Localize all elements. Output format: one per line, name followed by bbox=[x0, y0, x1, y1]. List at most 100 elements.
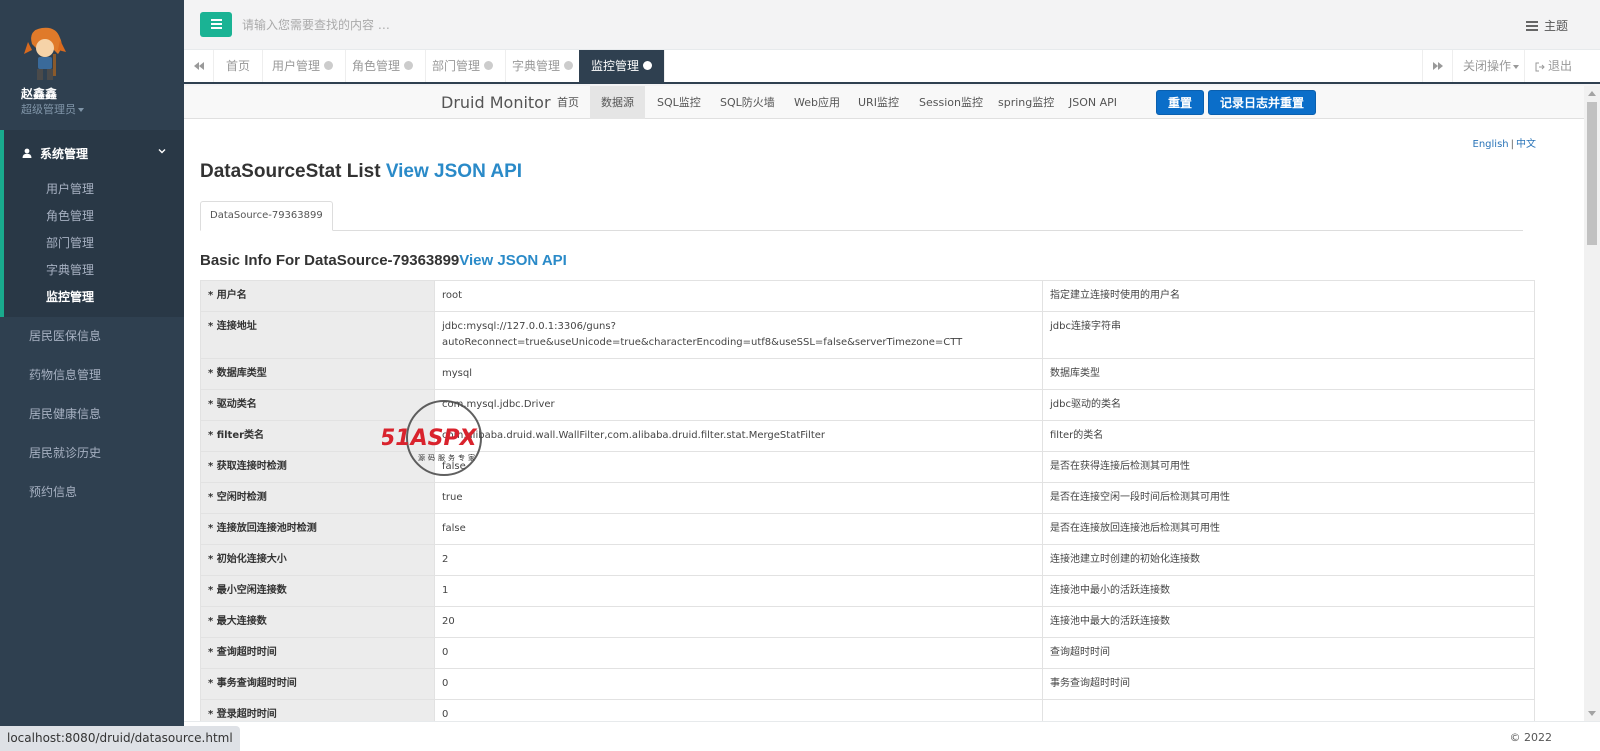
sidebar-item-users[interactable]: 用户管理 bbox=[4, 176, 184, 203]
tab-scroll-right-button[interactable] bbox=[1422, 50, 1452, 82]
row-value: 1 bbox=[434, 575, 1043, 607]
basic-info-title: Basic Info For DataSource-79363899View J… bbox=[200, 252, 567, 269]
lang-english-link[interactable]: English bbox=[1473, 139, 1509, 150]
search-input[interactable] bbox=[242, 14, 662, 36]
status-bar-url: localhost:8080/druid/datasource.html bbox=[0, 726, 240, 751]
basic-view-json-api-link[interactable]: View JSON API bbox=[459, 252, 567, 269]
vertical-scrollbar[interactable] bbox=[1584, 86, 1600, 721]
table-row: * 最大连接数 20 连接池中最大的活跃连接数 bbox=[200, 606, 1535, 638]
table-row: * 查询超时时间 0 查询超时时间 bbox=[200, 637, 1535, 669]
tab-scroll-left-button[interactable] bbox=[184, 50, 214, 82]
sidebar-item-roles[interactable]: 角色管理 bbox=[4, 203, 184, 230]
list-icon bbox=[1525, 20, 1538, 31]
sidebar-item-departments[interactable]: 部门管理 bbox=[4, 230, 184, 257]
scroll-up-icon[interactable] bbox=[1588, 91, 1596, 96]
tab-home[interactable]: 首页 bbox=[214, 50, 264, 82]
view-json-api-link[interactable]: View JSON API bbox=[386, 161, 522, 182]
tab-label: 角色管理 bbox=[352, 59, 401, 73]
menu-group-head-system[interactable]: 系统管理 bbox=[4, 130, 184, 176]
druid-nav-spring[interactable]: spring监控 bbox=[987, 86, 1065, 119]
close-icon[interactable] bbox=[484, 61, 494, 70]
log-and-reset-button[interactable]: 记录日志并重置 bbox=[1208, 90, 1317, 115]
row-value: mysql bbox=[434, 358, 1043, 390]
sidebar-item-monitor[interactable]: 监控管理 bbox=[4, 284, 184, 311]
basic-info-table: * 用户名 root 指定建立连接时使用的用户名 * 连接地址 jdbc:mys… bbox=[200, 280, 1535, 721]
row-desc: filter的类名 bbox=[1042, 420, 1535, 452]
close-icon[interactable] bbox=[564, 61, 574, 70]
sidebar-item-appointments[interactable]: 预约信息 bbox=[0, 473, 184, 512]
logout-icon bbox=[1535, 62, 1545, 71]
row-value-line1: jdbc:mysql://127.0.0.1:3306/guns? bbox=[442, 321, 616, 332]
row-desc: 是否在获得连接后检测其可用性 bbox=[1042, 451, 1535, 483]
row-key: * 查询超时时间 bbox=[200, 637, 435, 669]
sidebar-item-medical-insurance[interactable]: 居民医保信息 bbox=[0, 317, 184, 356]
close-icon[interactable] bbox=[324, 61, 334, 70]
tab-label: 字典管理 bbox=[512, 59, 561, 73]
row-desc: 查询超时时间 bbox=[1042, 637, 1535, 669]
table-row: * 连接放回连接池时检测 false 是否在连接放回连接池后检测其可用性 bbox=[200, 513, 1535, 545]
row-desc: 连接池中最大的活跃连接数 bbox=[1042, 606, 1535, 638]
datasource-tab[interactable]: DataSource-79363899 bbox=[200, 201, 333, 231]
druid-nav-uri[interactable]: URI监控 bbox=[847, 86, 910, 119]
sidebar-item-visit-history[interactable]: 居民就诊历史 bbox=[0, 434, 184, 473]
row-desc: 是否在连接空闲一段时间后检测其可用性 bbox=[1042, 482, 1535, 514]
tab-users[interactable]: 用户管理 bbox=[260, 50, 347, 82]
logout-button[interactable]: 退出 bbox=[1524, 50, 1582, 82]
tab-roles[interactable]: 角色管理 bbox=[340, 50, 427, 82]
tab-departments[interactable]: 部门管理 bbox=[420, 50, 507, 82]
close-icon[interactable] bbox=[404, 61, 414, 70]
druid-nav-sql-firewall[interactable]: SQL防火墙 bbox=[709, 86, 786, 119]
row-value: false bbox=[434, 513, 1043, 545]
hamburger-icon bbox=[211, 23, 222, 25]
tab-label: 首页 bbox=[226, 59, 251, 73]
druid-nav-sql[interactable]: SQL监控 bbox=[646, 86, 712, 119]
table-row: * 用户名 root 指定建立连接时使用的用户名 bbox=[200, 280, 1535, 312]
row-value: 0 bbox=[434, 699, 1043, 721]
theme-button[interactable]: 主题 bbox=[1525, 17, 1568, 34]
row-key: * 登录超时时间 bbox=[200, 699, 435, 721]
basic-info-title-text: Basic Info For DataSource-79363899 bbox=[200, 252, 460, 269]
row-key: * 最大连接数 bbox=[200, 606, 435, 638]
row-value: jdbc:mysql://127.0.0.1:3306/guns? autoRec… bbox=[434, 311, 1043, 359]
druid-nav-json-api[interactable]: JSON API bbox=[1058, 86, 1128, 119]
row-desc: 连接池建立时创建的初始化连接数 bbox=[1042, 544, 1535, 576]
row-key: * 最小空闲连接数 bbox=[200, 575, 435, 607]
row-desc bbox=[1042, 699, 1535, 721]
scrollbar-thumb[interactable] bbox=[1587, 102, 1597, 245]
sidebar-item-drug-info[interactable]: 药物信息管理 bbox=[0, 356, 184, 395]
avatar[interactable] bbox=[22, 24, 68, 82]
sidebar-item-dictionary[interactable]: 字典管理 bbox=[4, 257, 184, 284]
row-desc: 事务查询超时时间 bbox=[1042, 668, 1535, 700]
row-value-line2: autoReconnect=true&useUnicode=true&chara… bbox=[442, 337, 963, 348]
menu-group-system: 系统管理 用户管理 角色管理 部门管理 字典管理 监控管理 bbox=[0, 130, 184, 317]
druid-nav: Druid Monitor 首页 数据源 SQL监控 SQL防火墙 Web应用 … bbox=[184, 86, 1584, 119]
tab-dictionary[interactable]: 字典管理 bbox=[500, 50, 587, 82]
druid-nav-datasource[interactable]: 数据源 bbox=[590, 86, 645, 119]
footer: © 2022 bbox=[184, 721, 1600, 751]
row-key: * 事务查询超时时间 bbox=[200, 668, 435, 700]
backward-icon bbox=[193, 62, 204, 70]
druid-nav-home[interactable]: 首页 bbox=[546, 86, 590, 119]
row-value: true bbox=[434, 482, 1043, 514]
row-value: 2 bbox=[434, 544, 1043, 576]
close-icon[interactable] bbox=[643, 61, 653, 70]
druid-nav-session[interactable]: Session监控 bbox=[908, 86, 994, 119]
lang-chinese-link[interactable]: 中文 bbox=[1516, 139, 1536, 150]
tab-monitor[interactable]: 监控管理 bbox=[579, 50, 666, 82]
druid-brand[interactable]: Druid Monitor bbox=[441, 93, 551, 112]
close-operations-dropdown[interactable]: 关闭操作 bbox=[1452, 50, 1529, 82]
page-title-text: DataSourceStat List bbox=[200, 161, 381, 182]
reset-button[interactable]: 重置 bbox=[1156, 90, 1205, 115]
druid-nav-web-app[interactable]: Web应用 bbox=[783, 86, 851, 119]
row-key: * 数据库类型 bbox=[200, 358, 435, 390]
watermark-brand: 51ASPX bbox=[382, 426, 478, 451]
scroll-down-icon[interactable] bbox=[1588, 711, 1596, 716]
user-role-dropdown[interactable]: 超级管理员 bbox=[21, 101, 84, 117]
tab-label: 监控管理 bbox=[591, 59, 640, 73]
top-bar: 主题 bbox=[184, 0, 1600, 50]
theme-label: 主题 bbox=[1543, 19, 1568, 33]
row-value: 0 bbox=[434, 668, 1043, 700]
sidebar-item-health-info[interactable]: 居民健康信息 bbox=[0, 395, 184, 434]
row-value: 20 bbox=[434, 606, 1043, 638]
menu-toggle-button[interactable] bbox=[200, 12, 232, 37]
